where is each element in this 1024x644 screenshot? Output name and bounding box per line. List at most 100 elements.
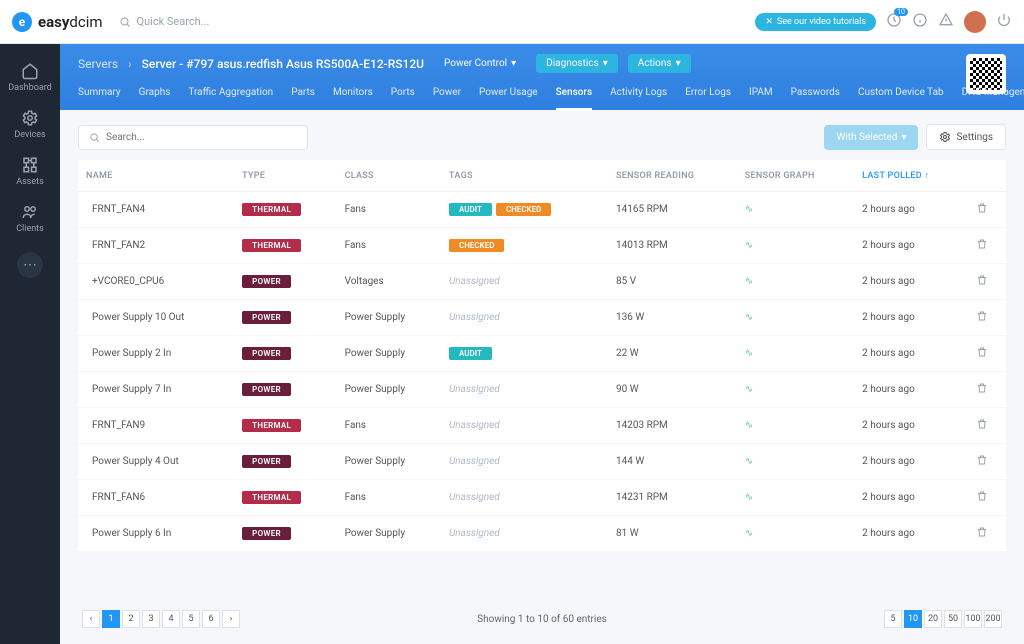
table-row[interactable]: Power Supply 7 InPOWERPower SupplyUnassi… [78,372,1006,408]
sidebar-item-assets[interactable]: Assets [8,148,52,195]
cell-polled: 2 hours ago [854,444,968,480]
tab-parts[interactable]: Parts [291,87,315,110]
col-tags[interactable]: TAGS [441,160,608,192]
table-row[interactable]: Power Supply 6 InPOWERPower SupplyUnassi… [78,516,1006,552]
sidebar-more-button[interactable]: ⋯ [17,252,43,278]
col-sensor-reading[interactable]: SENSOR READING [608,160,737,192]
pager-page-1[interactable]: 1 [102,610,120,628]
type-badge: THERMAL [242,419,301,432]
with-selected-button[interactable]: With Selected ▾ [824,125,918,150]
global-search-input[interactable] [137,15,277,28]
cell-class: Power Supply [337,372,441,408]
sensors-table: NAMETYPECLASSTAGSSENSOR READINGSENSOR GR… [78,160,1006,552]
delete-icon[interactable] [976,458,988,469]
pager-page-2[interactable]: 2 [122,610,140,628]
type-badge: POWER [242,527,291,540]
table-row[interactable]: Power Supply 4 OutPOWERPower SupplyUnass… [78,444,1006,480]
info-icon[interactable] [912,12,928,32]
pager-page-6[interactable]: 6 [202,610,220,628]
table-row[interactable]: FRNT_FAN2THERMALFansCHECKED14013 RPM∿2 h… [78,228,1006,264]
cell-polled: 2 hours ago [854,408,968,444]
tag-badge: AUDIT [449,203,492,216]
pager-page-4[interactable]: 4 [162,610,180,628]
tab-graphs[interactable]: Graphs [139,87,171,110]
tab-activity-logs[interactable]: Activity Logs [610,87,667,110]
tab-sensors[interactable]: Sensors [556,87,592,110]
delete-icon[interactable] [976,242,988,253]
global-search[interactable] [119,15,277,28]
tab-ports[interactable]: Ports [391,87,415,110]
delete-icon[interactable] [976,386,988,397]
table-row[interactable]: FRNT_FAN4THERMALFansAUDITCHECKED14165 RP… [78,192,1006,228]
tab-dns-management[interactable]: DNS Management [962,87,1024,110]
page-title: Server - #797 asus.redfish Asus RS500A-E… [142,57,424,71]
delete-icon[interactable] [976,350,988,361]
table-row[interactable]: FRNT_FAN6THERMALFansUnassigned14231 RPM∿… [78,480,1006,516]
tab-passwords[interactable]: Passwords [791,87,840,110]
col-name[interactable]: NAME [78,160,234,192]
pager-page-3[interactable]: 3 [142,610,160,628]
tab-traffic-aggregation[interactable]: Traffic Aggregation [188,87,273,110]
col-last-polled[interactable]: LAST POLLED ↑ [854,160,968,192]
sidebar-item-devices[interactable]: Devices [8,101,52,148]
avatar[interactable] [964,11,986,33]
cell-polled: 2 hours ago [854,516,968,552]
table-search-input[interactable] [106,132,297,143]
table-row[interactable]: Power Supply 2 InPOWERPower SupplyAUDIT2… [78,336,1006,372]
delete-icon[interactable] [976,530,988,541]
diagnostics-button[interactable]: Diagnostics ▾ [536,54,618,73]
table-search[interactable] [78,125,308,150]
delete-icon[interactable] [976,494,988,505]
activity-icon[interactable]: 10 [886,12,902,32]
type-badge: THERMAL [242,491,301,504]
page-header: Servers › Server - #797 asus.redfish Asu… [60,44,1024,110]
pager-prev[interactable]: ‹ [82,610,100,628]
tab-custom-device-tab[interactable]: Custom Device Tab [858,87,944,110]
tab-power-usage[interactable]: Power Usage [479,87,538,110]
breadcrumb-root[interactable]: Servers [78,57,118,71]
type-badge: POWER [242,347,291,360]
delete-icon[interactable] [976,314,988,325]
pager-next[interactable]: › [222,610,240,628]
cell-polled: 2 hours ago [854,264,968,300]
col-type[interactable]: TYPE [234,160,336,192]
page-size-10[interactable]: 10 [904,610,922,628]
power-icon[interactable] [996,12,1012,32]
showing-text: Showing 1 to 10 of 60 entries [477,614,607,625]
tab-error-logs[interactable]: Error Logs [685,87,731,110]
logo[interactable]: e easydcim [12,12,103,32]
sparkline-icon: ∿ [745,456,753,467]
warning-icon[interactable] [938,12,954,32]
page-size-200[interactable]: 200 [984,610,1002,628]
pager-page-5[interactable]: 5 [182,610,200,628]
sidebar-item-dashboard[interactable]: Dashboard [8,54,52,101]
sidebar: DashboardDevicesAssetsClients ⋯ [0,44,60,644]
power-control-button[interactable]: Power Control ▾ [434,54,526,73]
sparkline-icon: ∿ [745,492,753,503]
cell-reading: 14165 RPM [608,192,737,228]
tab-ipam[interactable]: IPAM [749,87,773,110]
table-row[interactable]: Power Supply 10 OutPOWERPower SupplyUnas… [78,300,1006,336]
sidebar-item-clients[interactable]: Clients [8,195,52,242]
gear-icon [939,131,951,143]
cell-name: +VCORE0_CPU6 [78,264,234,300]
cell-reading: 90 W [608,372,737,408]
actions-button[interactable]: Actions ▾ [628,54,691,73]
settings-button[interactable]: Settings [926,124,1006,150]
table-row[interactable]: +VCORE0_CPU6POWERVoltagesUnassigned85 V∿… [78,264,1006,300]
table-row[interactable]: FRNT_FAN9THERMALFansUnassigned14203 RPM∿… [78,408,1006,444]
page-size-100[interactable]: 100 [964,610,982,628]
tab-summary[interactable]: Summary [78,87,121,110]
video-tutorials-button[interactable]: ✕ See our video tutorials [755,13,876,31]
delete-icon[interactable] [976,278,988,289]
delete-icon[interactable] [976,206,988,217]
col-class[interactable]: CLASS [337,160,441,192]
tag-badge: CHECKED [449,239,504,252]
col-sensor-graph[interactable]: SENSOR GRAPH [737,160,854,192]
tab-power[interactable]: Power [433,87,461,110]
tab-monitors[interactable]: Monitors [333,87,373,110]
page-size-5[interactable]: 5 [884,610,902,628]
page-size-50[interactable]: 50 [944,610,962,628]
page-size-20[interactable]: 20 [924,610,942,628]
delete-icon[interactable] [976,422,988,433]
